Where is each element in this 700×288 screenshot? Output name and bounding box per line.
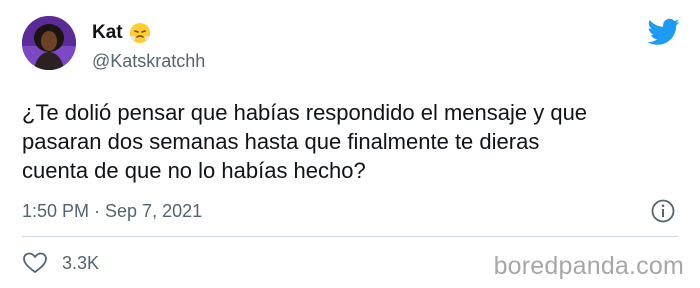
info-icon[interactable]	[650, 198, 676, 224]
tweet-text: ¿Te dolió pensar que habías respondido e…	[22, 100, 588, 183]
heart-icon[interactable]	[22, 251, 48, 275]
avatar[interactable]	[22, 16, 76, 70]
author-handle[interactable]: @Katskratchh	[92, 51, 205, 72]
twitter-bird-icon[interactable]	[647, 18, 680, 46]
divider	[22, 236, 678, 237]
watermark: boredpanda.com	[493, 252, 684, 280]
author-display-name[interactable]: Kat	[92, 22, 123, 44]
like-action[interactable]: 3.3K	[22, 251, 99, 275]
tweet-card: Kat @Katskratchh ¿Te dolió pensar que ha…	[0, 0, 700, 288]
like-count: 3.3K	[62, 252, 100, 273]
tweet-timestamp[interactable]: 1:50 PM · Sep 7, 2021	[22, 201, 202, 222]
author-name-row[interactable]: Kat	[92, 22, 151, 44]
steam-face-emoji-icon	[129, 22, 151, 44]
